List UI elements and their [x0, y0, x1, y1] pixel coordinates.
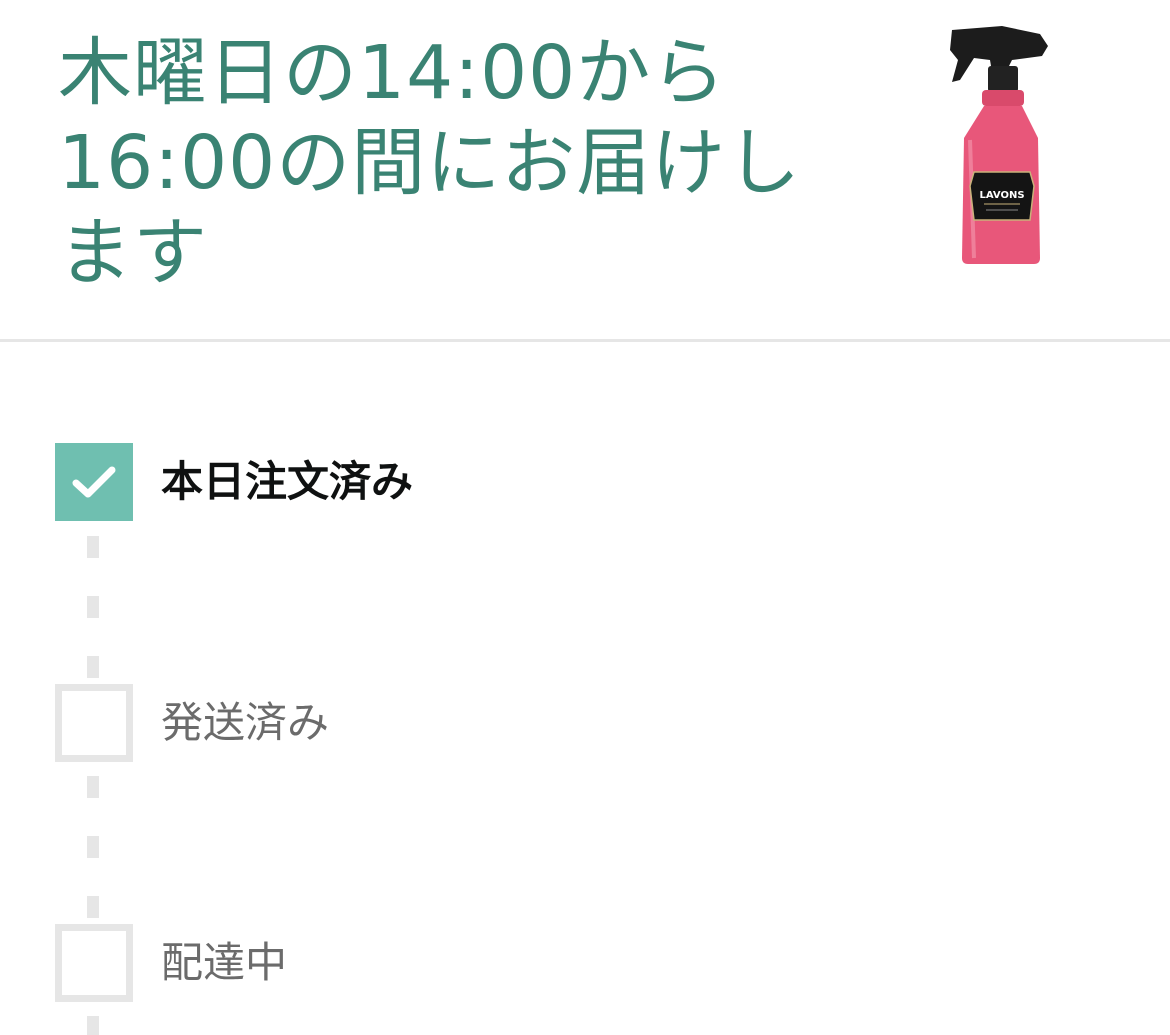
delivery-header: 木曜日の14:00から16:00の間にお届けします LAVONS [0, 0, 1170, 340]
connector-dash [87, 896, 99, 918]
step-label: 本日注文済み [161, 457, 414, 506]
connector-dash [87, 596, 99, 618]
step-status-box-done [55, 443, 133, 521]
connector-dash [87, 776, 99, 798]
delivery-estimate-title: 木曜日の14:00から16:00の間にお届けします [58, 30, 802, 296]
step-status-box-pending [55, 924, 133, 1002]
connector-dash [87, 536, 99, 558]
tracker-step-out-for-delivery: 配達中 [55, 924, 1055, 1002]
checkmark-icon [72, 466, 116, 498]
connector-dash [87, 836, 99, 858]
connector-dash [87, 656, 99, 678]
product-thumbnail[interactable]: LAVONS [930, 20, 1070, 270]
spray-bottle-image: LAVONS [950, 26, 1048, 264]
step-label: 発送済み [161, 698, 330, 747]
shipment-progress-tracker: 本日注文済み 発送済み 配達中 [0, 342, 1170, 1035]
connector-dash [87, 1016, 99, 1035]
step-label: 配達中 [161, 938, 288, 987]
step-status-box-pending [55, 684, 133, 762]
product-brand-text: LAVONS [979, 190, 1024, 201]
tracker-step-ordered: 本日注文済み [55, 443, 1055, 521]
tracker-step-shipped: 発送済み [55, 684, 1055, 762]
delivery-tracking-page: 木曜日の14:00から16:00の間にお届けします LAVONS 本日注文済み … [0, 0, 1170, 1035]
